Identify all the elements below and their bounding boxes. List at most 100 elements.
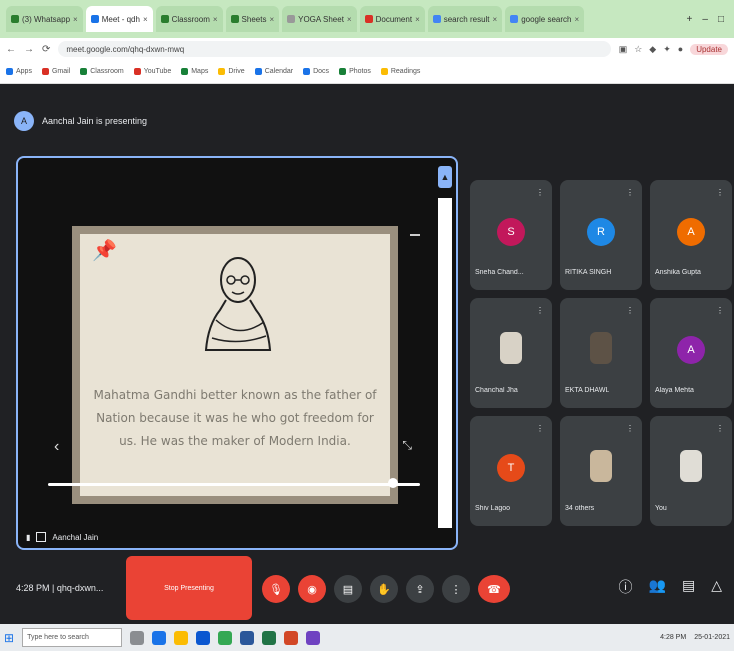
collapse-icon[interactable]: [410, 234, 420, 236]
expand-icon[interactable]: ⤡: [402, 438, 412, 453]
seek-bar[interactable]: [48, 483, 420, 486]
update-button[interactable]: Update: [690, 43, 728, 55]
bookmark-icon: [339, 68, 347, 75]
more-options-icon[interactable]: ⋮: [536, 306, 544, 315]
minimize-icon[interactable]: –: [702, 14, 708, 25]
bookmark-item[interactable]: Drive: [218, 68, 245, 75]
bookmark-item[interactable]: Maps: [181, 68, 208, 75]
presentation-tile[interactable]: ▲ 📌 Mahatma Gandhi better known as the f…: [16, 156, 458, 550]
captions-button[interactable]: ▤: [334, 575, 362, 603]
pin-tile-icon[interactable]: ▮: [26, 533, 30, 542]
participant-tile[interactable]: ⋮ T Shiv Lagoo: [470, 416, 552, 526]
tab-favicon: [90, 15, 99, 23]
participant-tile[interactable]: ⋮ R RITIKA SINGH: [560, 180, 642, 290]
close-icon[interactable]: ×: [574, 15, 579, 24]
bookmark-item[interactable]: Docs: [303, 68, 329, 75]
browser-tab[interactable]: Classroom ×: [155, 6, 223, 32]
close-icon[interactable]: ×: [213, 15, 218, 24]
avatar[interactable]: ●: [678, 44, 683, 54]
stop-presenting-button[interactable]: Stop Presenting: [126, 556, 252, 620]
participant-tile[interactable]: ⋮ EKTA DHAWL: [560, 298, 642, 408]
file-explorer-icon[interactable]: [174, 630, 189, 645]
browser-tab[interactable]: search result ×: [427, 6, 503, 32]
raise-hand-button[interactable]: ✋: [370, 575, 398, 603]
participant-avatar: A: [677, 218, 705, 246]
powerpoint-icon[interactable]: [284, 630, 299, 645]
info-icon[interactable]: ⓘ: [619, 577, 633, 597]
camera-off-button[interactable]: ◉: [298, 575, 326, 603]
tab-label: Meet - qdh: [101, 14, 140, 24]
bookmark-item[interactable]: Photos: [339, 68, 371, 75]
more-options-icon[interactable]: ⋮: [716, 188, 724, 197]
more-options-icon[interactable]: ⋮: [716, 306, 724, 315]
more-options-icon[interactable]: ⋮: [626, 306, 634, 315]
extension-icon[interactable]: ◆: [649, 44, 656, 55]
browser-tab[interactable]: google search ×: [505, 6, 585, 32]
seek-handle[interactable]: [388, 478, 398, 488]
meeting-controls: 🎙 ◉ ▤ ✋ ⇪ ⋮ ☎: [262, 575, 510, 603]
more-options-icon[interactable]: ⋮: [536, 424, 544, 433]
reload-icon[interactable]: ⟳: [42, 44, 50, 55]
more-options-icon[interactable]: ⋮: [626, 424, 634, 433]
participant-tile[interactable]: ⋮ You: [650, 416, 732, 526]
bookmark-item[interactable]: Calendar: [254, 68, 293, 75]
camera-icon[interactable]: ▣: [619, 44, 628, 55]
participant-name: You: [655, 505, 667, 512]
star-icon[interactable]: ☆: [634, 44, 642, 55]
tab-label: (3) Whatsapp: [22, 14, 71, 24]
activities-icon[interactable]: △: [711, 577, 722, 597]
browser-tab[interactable]: Sheets ×: [225, 6, 280, 32]
browser-tab[interactable]: (3) Whatsapp ×: [6, 6, 83, 32]
more-options-icon[interactable]: ⋮: [626, 188, 634, 197]
participant-tile[interactable]: ⋮ 34 others: [560, 416, 642, 526]
chat-icon[interactable]: ▤: [682, 577, 695, 597]
browser-tab[interactable]: YOGA Sheet ×: [282, 6, 357, 32]
participant-tile[interactable]: ⋮ Chanchal Jha: [470, 298, 552, 408]
app-icon[interactable]: [306, 630, 321, 645]
pin-icon[interactable]: ▲: [438, 166, 452, 188]
chrome-icon[interactable]: [218, 630, 233, 645]
close-icon[interactable]: ×: [493, 15, 498, 24]
present-button[interactable]: ⇪: [406, 575, 434, 603]
more-options-icon[interactable]: ⋮: [536, 188, 544, 197]
store-icon[interactable]: [196, 630, 211, 645]
back-icon[interactable]: ←: [6, 44, 16, 55]
hand-icon: ✋: [377, 583, 391, 596]
bookmark-item[interactable]: Classroom: [80, 68, 124, 75]
participant-tile[interactable]: ⋮ A Alaya Mehta: [650, 298, 732, 408]
windows-start-icon[interactable]: ⊞: [4, 631, 14, 645]
more-options-button[interactable]: ⋮: [442, 575, 470, 603]
maximize-icon[interactable]: □: [718, 14, 724, 25]
forward-icon[interactable]: →: [24, 44, 34, 55]
mic-off-button[interactable]: 🎙: [262, 575, 290, 603]
people-icon[interactable]: 👥: [649, 577, 666, 597]
participant-tile[interactable]: ⋮ S Sneha Chand...: [470, 180, 552, 290]
url-field[interactable]: meet.google.com/qhq-dxwn-mwq: [58, 41, 611, 57]
taskbar-search[interactable]: Type here to search: [22, 628, 123, 647]
bookmark-item[interactable]: Gmail: [41, 68, 70, 75]
chevron-left-icon[interactable]: ‹: [54, 438, 59, 456]
excel-icon[interactable]: [262, 630, 277, 645]
close-icon[interactable]: ×: [73, 15, 78, 24]
more-options-icon[interactable]: ⋮: [716, 424, 724, 433]
participant-name: EKTA DHAWL: [565, 387, 610, 394]
scrollbar[interactable]: [438, 198, 452, 528]
task-view-icon[interactable]: [130, 630, 145, 645]
close-icon[interactable]: ×: [347, 15, 352, 24]
close-icon[interactable]: ×: [143, 15, 148, 24]
edge-icon[interactable]: [152, 630, 167, 645]
browser-tab[interactable]: Document ×: [359, 6, 425, 32]
browser-tab[interactable]: Meet - qdh ×: [85, 6, 153, 32]
bookmark-icon: [41, 68, 49, 75]
bookmark-item[interactable]: YouTube: [133, 68, 171, 75]
bookmark-item[interactable]: Readings: [380, 68, 420, 75]
extension-icons: ▣ ☆ ◆ ✦ ● Update: [619, 43, 728, 55]
participant-tile[interactable]: ⋮ A Anshika Gupta: [650, 180, 732, 290]
close-icon[interactable]: ×: [269, 15, 274, 24]
word-icon[interactable]: [240, 630, 255, 645]
puzzle-icon[interactable]: ✦: [663, 44, 671, 55]
close-icon[interactable]: ×: [415, 15, 420, 24]
leave-call-button[interactable]: ☎: [478, 575, 510, 603]
new-tab-icon[interactable]: +: [687, 14, 693, 25]
bookmark-item[interactable]: Apps: [6, 68, 32, 75]
